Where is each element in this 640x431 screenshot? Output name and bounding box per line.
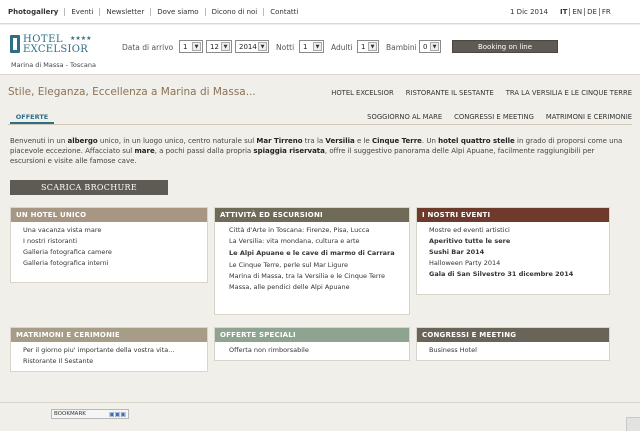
main-nav: HOTEL EXCELSIOR RISTORANTE IL SESTANTE T… xyxy=(331,89,632,97)
nights-value: 1 xyxy=(303,43,308,51)
box-title: UN HOTEL UNICO xyxy=(11,208,207,222)
nav-dicono-di-noi[interactable]: Dicono di noi xyxy=(206,8,265,16)
nav-ristorante[interactable]: RISTORANTE IL SESTANTE xyxy=(406,89,494,97)
list-item[interactable]: Galleria fotografica camere xyxy=(23,247,201,258)
arrival-year-value: 2014 xyxy=(239,43,257,51)
arrival-day-select[interactable]: 1 ▼ xyxy=(179,40,203,53)
tab-offerte[interactable]: OFFERTE xyxy=(10,112,54,124)
children-label: Bambini xyxy=(386,43,417,52)
list-item[interactable]: I nostri ristoranti xyxy=(23,236,201,247)
booking-form: Data di arrivo 1 ▼ 12 ▼ 2014 ▼ Notti 1 ▼… xyxy=(0,40,640,54)
bookmark-label: BOOKMARK xyxy=(54,411,86,417)
divider xyxy=(8,124,632,125)
adults-value: 1 xyxy=(361,43,366,51)
box-title: MATRIMONI E CERIMONIE xyxy=(11,328,207,342)
list-item[interactable]: Massa, alle pendici delle Alpi Apuane xyxy=(229,282,403,293)
nav-congressi-meeting[interactable]: CONGRESSI E MEETING xyxy=(454,113,534,121)
language-switcher: IT EN DE FR xyxy=(558,8,613,16)
top-bar: Photogallery Eventi Newsletter Dove siam… xyxy=(0,0,640,24)
chevron-down-icon: ▼ xyxy=(192,42,201,51)
adults-label: Adulti xyxy=(331,43,353,52)
box-eventi: I NOSTRI EVENTI Mostre ed eventi artisti… xyxy=(416,207,610,295)
nav-soggiorno-al-mare[interactable]: SOGGIORNO AL MARE xyxy=(367,113,442,121)
top-nav: Photogallery Eventi Newsletter Dove siam… xyxy=(8,8,304,16)
sub-nav: SOGGIORNO AL MARE CONGRESSI E MEETING MA… xyxy=(367,113,632,121)
nav-contatti[interactable]: Contatti xyxy=(264,8,304,16)
nav-matrimoni-cerimonie[interactable]: MATRIMONI E CERIMONIE xyxy=(546,113,632,121)
nights-label: Notti xyxy=(276,43,295,52)
adults-select[interactable]: 1 ▼ xyxy=(357,40,379,53)
chevron-down-icon: ▼ xyxy=(258,42,267,51)
nav-eventi[interactable]: Eventi xyxy=(65,8,101,16)
booking-online-button[interactable]: Booking on line xyxy=(452,40,558,53)
list-item[interactable]: Marina di Massa, tra la Versilia e le Ci… xyxy=(229,271,403,282)
list-item[interactable]: Halloween Party 2014 xyxy=(429,258,603,269)
nav-dove-siamo[interactable]: Dove siamo xyxy=(151,8,206,16)
list-item[interactable]: Gala di San Silvestro 31 dicembre 2014 xyxy=(429,269,603,280)
list-item[interactable]: Sushi Bar 2014 xyxy=(429,247,603,258)
current-date: 1 Dic 2014 xyxy=(510,8,548,16)
arrival-day-value: 1 xyxy=(183,43,188,51)
list-item[interactable]: Offerta non rimborsabile xyxy=(229,345,403,356)
scrollbar-corner xyxy=(626,417,640,431)
box-hotel-unico: UN HOTEL UNICO Una vacanza vista mare I … xyxy=(10,207,208,283)
chevron-down-icon: ▼ xyxy=(313,42,322,51)
nav-newsletter[interactable]: Newsletter xyxy=(100,8,152,16)
list-item[interactable]: Una vacanza vista mare xyxy=(23,225,201,236)
box-title: ATTIVITÀ ED ESCURSIONI xyxy=(215,208,409,222)
intro-text: Benvenuti in un albergo unico, in un luo… xyxy=(10,137,623,165)
box-title: CONGRESSI E MEETING xyxy=(417,328,609,342)
list-item[interactable]: Aperitivo tutte le sere xyxy=(429,236,603,247)
bookmark-button[interactable]: BOOKMARK ▣▣▣ xyxy=(51,409,129,419)
box-congressi: CONGRESSI E MEETING Business Hotel xyxy=(416,327,610,361)
lang-en[interactable]: EN xyxy=(570,8,586,16)
box-title: I NOSTRI EVENTI xyxy=(417,208,609,222)
list-item[interactable]: Le Alpi Apuane e le cave di marmo di Car… xyxy=(229,247,403,260)
list-item[interactable]: Galleria fotografica interni xyxy=(23,258,201,269)
lang-de[interactable]: DE xyxy=(585,8,600,16)
list-item[interactable]: Città d'Arte in Toscana: Firenze, Pisa, … xyxy=(229,225,403,236)
nav-versilia[interactable]: TRA LA VERSILIA E LE CINQUE TERRE xyxy=(506,89,632,97)
list-item[interactable]: Le Cinque Terre, perle sul Mar Ligure xyxy=(229,260,403,271)
list-item[interactable]: Per il giorno piu' importante della vost… xyxy=(23,345,201,356)
list-item[interactable]: Mostre ed eventi artistici xyxy=(429,225,603,236)
nights-select[interactable]: 1 ▼ xyxy=(299,40,324,53)
list-item[interactable]: La Versilia: vita mondana, cultura e art… xyxy=(229,236,403,247)
box-offerte: OFFERTE SPECIALI Offerta non rimborsabil… xyxy=(214,327,410,361)
arrival-month-select[interactable]: 12 ▼ xyxy=(206,40,232,53)
box-matrimoni: MATRIMONI E CERIMONIE Per il giorno piu'… xyxy=(10,327,208,372)
children-select[interactable]: 0 ▼ xyxy=(419,40,441,53)
chevron-down-icon: ▼ xyxy=(221,42,230,51)
slogan: Stile, Eleganza, Eccellenza a Marina di … xyxy=(8,86,256,98)
arrival-year-select[interactable]: 2014 ▼ xyxy=(235,40,269,53)
arrival-month-value: 12 xyxy=(210,43,219,51)
chevron-down-icon: ▼ xyxy=(430,42,439,51)
children-value: 0 xyxy=(423,43,428,51)
list-item[interactable]: Ristorante Il Sestante xyxy=(23,356,201,367)
slogan-band: Stile, Eleganza, Eccellenza a Marina di … xyxy=(0,76,640,124)
download-brochure-button[interactable]: SCARICA BROCHURE xyxy=(10,180,168,195)
arrival-label: Data di arrivo xyxy=(122,43,174,52)
chevron-down-icon: ▼ xyxy=(368,42,377,51)
footer-divider xyxy=(0,402,640,403)
list-item[interactable]: Business Hotel xyxy=(429,345,603,356)
share-icons: ▣▣▣ xyxy=(108,411,126,418)
lang-it[interactable]: IT xyxy=(558,8,571,16)
sub-nav-row: OFFERTE SOGGIORNO AL MARE CONGRESSI E ME… xyxy=(0,112,640,124)
lang-fr[interactable]: FR xyxy=(600,8,613,16)
nav-photogallery[interactable]: Photogallery xyxy=(8,8,66,16)
box-title: OFFERTE SPECIALI xyxy=(215,328,409,342)
box-attivita: ATTIVITÀ ED ESCURSIONI Città d'Arte in T… xyxy=(214,207,410,315)
nav-hotel-excelsior[interactable]: HOTEL EXCELSIOR xyxy=(331,89,394,97)
logo-place: Marina di Massa - Toscana xyxy=(11,61,96,69)
header: HOTEL ★★★★ EXCELSIOR Marina di Massa - T… xyxy=(0,25,640,75)
